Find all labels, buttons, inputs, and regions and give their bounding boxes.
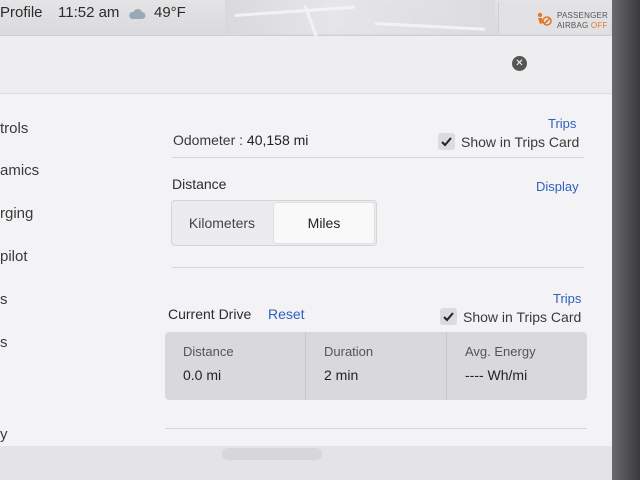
- sidebar-item-dynamics[interactable]: amics: [0, 162, 39, 179]
- odometer-label: Odometer : 40,158 mi: [173, 132, 309, 148]
- stat-distance: Distance 0.0 mi: [165, 332, 306, 400]
- screen: Profile 11:52 am 49°F PASSENGER AIRBAG O…: [0, 0, 612, 480]
- trips-link-odometer[interactable]: Trips: [548, 116, 576, 131]
- kilometers-option[interactable]: Kilometers: [172, 201, 272, 245]
- sidebar-item-lights[interactable]: s: [0, 334, 8, 351]
- checkbox[interactable]: [440, 308, 457, 325]
- passenger-airbag-indicator: PASSENGER AIRBAG OFF: [498, 2, 610, 34]
- airbag-status: AIRBAG OFF: [557, 21, 608, 30]
- settings-panel: ✕ trols amics rging pilot s s y Trips Od…: [0, 36, 612, 446]
- reset-button[interactable]: Reset: [268, 306, 305, 322]
- screen-bezel: [612, 0, 640, 480]
- sidebar-item-charging[interactable]: rging: [0, 205, 33, 222]
- cloud-icon: [128, 7, 146, 19]
- distance-units-toggle[interactable]: Kilometers Miles: [171, 200, 377, 246]
- panel-header: ✕: [0, 36, 612, 94]
- sidebar-item-controls[interactable]: trols: [0, 120, 28, 137]
- checkbox[interactable]: [438, 133, 455, 150]
- divider: [165, 428, 587, 429]
- checkmark-icon: [443, 312, 454, 322]
- outside-temperature: 49°F: [154, 4, 186, 21]
- stat-avg-energy: Avg. Energy ---- Wh/mi: [447, 332, 587, 400]
- bottom-bar: [0, 446, 612, 480]
- display-link[interactable]: Display: [536, 179, 579, 194]
- map-preview[interactable]: [225, 0, 495, 63]
- stat-header: Distance: [183, 344, 234, 359]
- distance-label: Distance: [172, 176, 227, 192]
- current-drive-label: Current Drive: [168, 306, 252, 322]
- show-in-trips-card-current-drive[interactable]: Show in Trips Card: [440, 308, 581, 325]
- sidebar-item-autopilot[interactable]: pilot: [0, 248, 28, 265]
- stat-value: ---- Wh/mi: [465, 367, 528, 383]
- odometer-value: 40,158 mi: [246, 132, 309, 148]
- current-drive-stats: Distance 0.0 mi Duration 2 min Avg. Ener…: [165, 332, 587, 400]
- divider: [172, 267, 584, 268]
- miles-option[interactable]: Miles: [274, 203, 374, 243]
- stat-value: 2 min: [324, 367, 359, 383]
- clock: 11:52 am: [58, 4, 120, 21]
- stat-duration: Duration 2 min: [306, 332, 447, 400]
- airbag-icon: [535, 11, 553, 29]
- stat-header: Avg. Energy: [465, 344, 536, 359]
- status-bar: Profile 11:52 am 49°F PASSENGER AIRBAG O…: [0, 0, 612, 63]
- checkmark-icon: [441, 137, 452, 147]
- trips-link-current-drive[interactable]: Trips: [553, 291, 581, 306]
- profile-button[interactable]: Profile: [0, 4, 43, 21]
- divider: [172, 157, 584, 158]
- bottom-handle[interactable]: [222, 448, 322, 460]
- airbag-label: PASSENGER: [557, 11, 608, 20]
- sidebar-item-locks[interactable]: s: [0, 291, 8, 308]
- sidebar-item-safety[interactable]: y: [0, 426, 8, 443]
- stat-value: 0.0 mi: [183, 367, 222, 383]
- stat-header: Duration: [324, 344, 374, 359]
- close-icon[interactable]: ✕: [512, 56, 527, 71]
- show-in-trips-card-odometer[interactable]: Show in Trips Card: [438, 133, 579, 150]
